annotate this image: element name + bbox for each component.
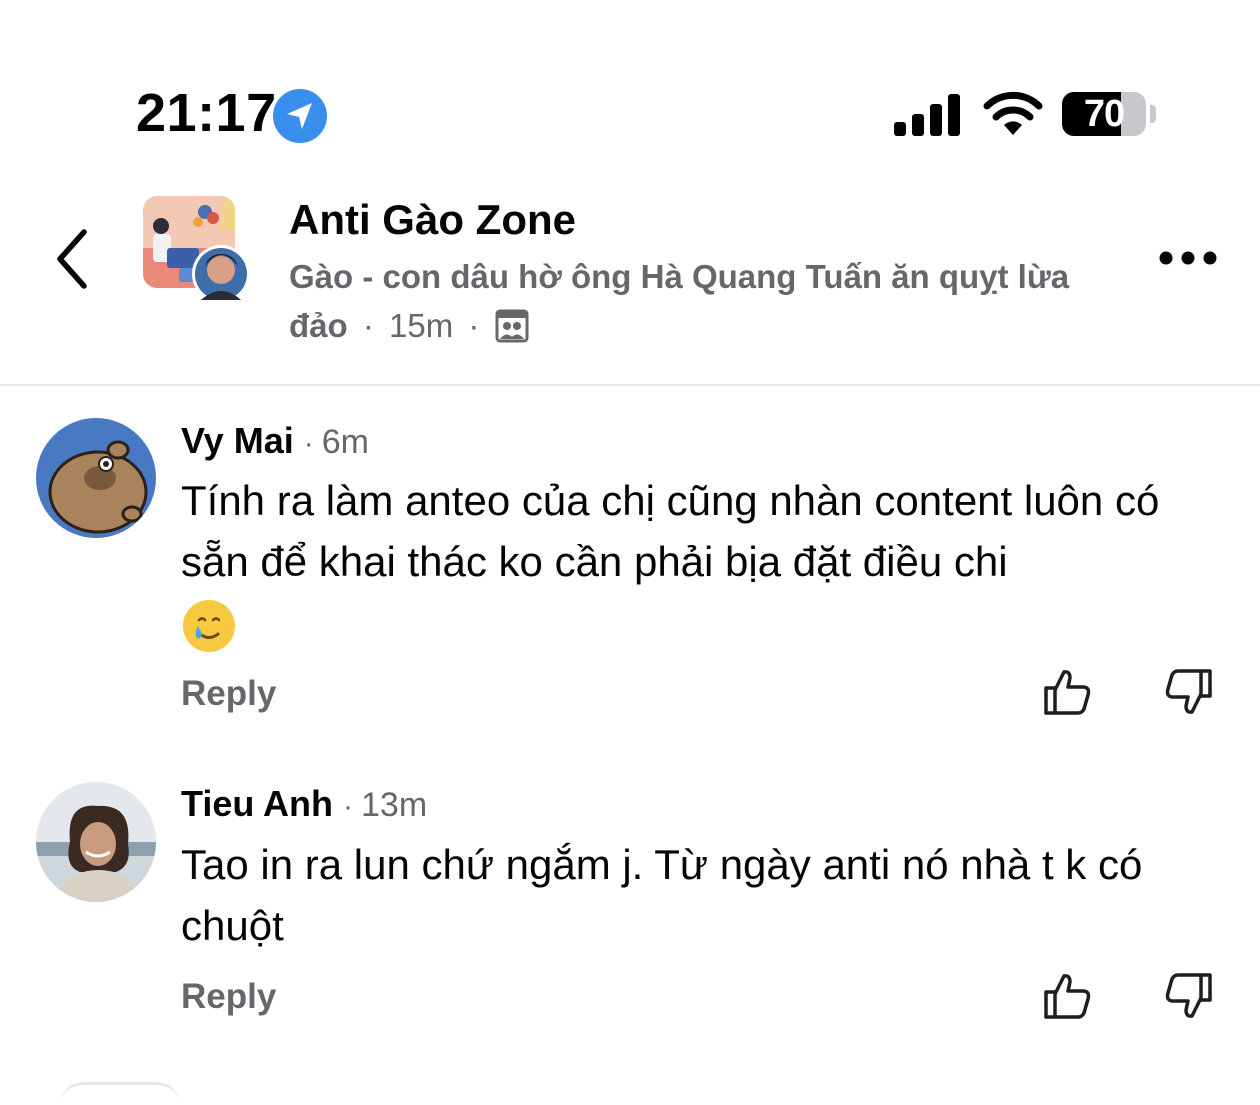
comment-text: Tính ra làm anteo của chị cũng nhàn cont… bbox=[181, 477, 1160, 585]
comment-text-block: Tính ra làm anteo của chị cũng nhàn cont… bbox=[181, 470, 1221, 654]
next-comment-avatar bbox=[60, 1082, 180, 1105]
commenter-avatar[interactable] bbox=[36, 782, 156, 902]
smiling-face-with-tear-icon bbox=[183, 599, 235, 652]
group-avatar[interactable] bbox=[143, 196, 251, 304]
more-options-icon[interactable] bbox=[1158, 246, 1218, 270]
comment-text: Tao in ra lun chứ ngắm j. Từ ngày anti n… bbox=[181, 841, 1143, 949]
commenter-avatar[interactable] bbox=[36, 418, 156, 538]
battery-percent: 70 bbox=[1083, 93, 1125, 135]
comment-header: Tieu Anh · 13m bbox=[181, 783, 427, 825]
comment-author[interactable]: Vy Mai bbox=[181, 420, 294, 461]
comment-time: 6m bbox=[321, 423, 369, 461]
meta-separator: · bbox=[362, 307, 374, 344]
battery-indicator: 70 bbox=[1062, 92, 1158, 138]
comment-header: Vy Mai · 6m bbox=[181, 420, 369, 462]
thumbs-down-icon[interactable] bbox=[1162, 666, 1214, 718]
meta-separator: · bbox=[468, 307, 480, 344]
thumbs-down-icon[interactable] bbox=[1162, 970, 1214, 1022]
group-name[interactable]: Anti Gào Zone bbox=[289, 196, 576, 244]
comment-time: 13m bbox=[361, 786, 428, 824]
post-meta: Gào - con dâu hờ ông Hà Quang Tuấn ăn qu… bbox=[289, 252, 1129, 350]
group-cover-image bbox=[143, 196, 250, 303]
comment-author[interactable]: Tieu Anh bbox=[181, 783, 333, 824]
meta-separator: · bbox=[343, 790, 353, 823]
wifi-icon bbox=[983, 91, 1043, 135]
thumbs-up-icon[interactable] bbox=[1042, 970, 1094, 1022]
cellular-signal-icon bbox=[894, 94, 960, 136]
group-members-icon bbox=[495, 309, 529, 343]
header-divider bbox=[0, 384, 1260, 386]
post-time: 15m bbox=[389, 307, 454, 344]
location-arrow-icon bbox=[273, 89, 327, 143]
back-arrow-icon[interactable] bbox=[50, 226, 94, 292]
thumbs-up-icon[interactable] bbox=[1042, 666, 1094, 718]
reply-button[interactable]: Reply bbox=[181, 977, 276, 1017]
status-time: 21:17 bbox=[136, 83, 277, 143]
reply-button[interactable]: Reply bbox=[181, 674, 276, 714]
meta-separator: · bbox=[303, 427, 314, 460]
